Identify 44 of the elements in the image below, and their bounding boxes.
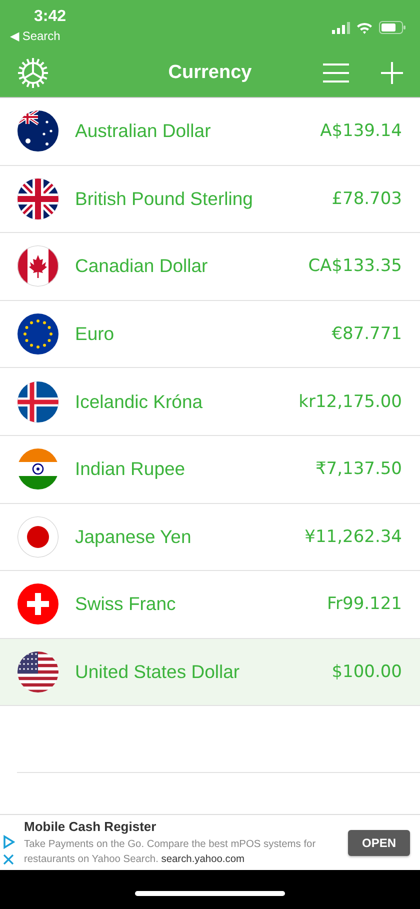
currency-amount: $100.00 bbox=[332, 662, 402, 682]
ad-link[interactable]: search.yahoo.com bbox=[161, 854, 244, 865]
status-time: 3:42 bbox=[34, 8, 66, 26]
signal-icon bbox=[332, 22, 350, 34]
currency-amount: £78.703 bbox=[332, 188, 402, 209]
currency-name: Indian Rupee bbox=[75, 458, 186, 480]
back-link[interactable]: ◀ Search bbox=[10, 29, 60, 43]
add-icon[interactable] bbox=[381, 62, 403, 84]
currency-row[interactable]: Indian Rupee ₹7,137.50 bbox=[0, 436, 420, 504]
currency-row[interactable]: Australian Dollar A$139.14 bbox=[0, 98, 420, 166]
currency-amount: kr12,175.00 bbox=[298, 392, 402, 412]
battery-icon bbox=[379, 21, 406, 34]
wifi-icon bbox=[356, 22, 373, 34]
currency-name: Australian Dollar bbox=[75, 120, 212, 142]
close-icon[interactable] bbox=[3, 854, 14, 864]
currency-row[interactable]: Icelandic Króna kr12,175.00 bbox=[0, 368, 420, 436]
currency-amount: ¥11,262.34 bbox=[304, 526, 402, 547]
currency-name: Euro bbox=[75, 323, 116, 346]
currency-amount: ₹7,137.50 bbox=[315, 459, 402, 480]
currency-name: Canadian Dollar bbox=[75, 255, 209, 278]
ad-title: Mobile Cash Register bbox=[24, 819, 156, 834]
currency-row[interactable]: Japanese Yen ¥11,262.34 bbox=[0, 504, 420, 572]
currency-row[interactable]: Euro €87.771 bbox=[0, 300, 420, 368]
currency-row[interactable]: British Pound Sterling £78.703 bbox=[0, 166, 420, 234]
currency-row[interactable]: United States Dollar $100.00 bbox=[0, 638, 420, 706]
currency-row[interactable]: Canadian Dollar CA$133.35 bbox=[0, 233, 420, 301]
menu-icon[interactable] bbox=[323, 62, 349, 82]
currency-amount: €87.771 bbox=[332, 324, 402, 344]
currency-name: Swiss Franc bbox=[75, 593, 177, 616]
currency-amount: A$139.14 bbox=[320, 121, 402, 142]
ad-description: Take Payments on the Go. Compare the best mPOS systems for restaurants on Yahoo Search. search.yahoo.com bbox=[24, 838, 317, 867]
currency-name: British Pound Sterling bbox=[75, 188, 254, 210]
currency-amount: CA$133.35 bbox=[308, 256, 402, 276]
ad-choices-icon[interactable] bbox=[3, 834, 15, 848]
currency-name: Icelandic Króna bbox=[75, 390, 204, 413]
flag-icon bbox=[17, 245, 59, 288]
currency-name: Japanese Yen bbox=[75, 526, 192, 548]
currency-name: United States Dollar bbox=[75, 661, 241, 684]
currency-amount: Fr99.121 bbox=[326, 594, 402, 614]
flag-icon bbox=[17, 516, 59, 558]
nav-title: Currency bbox=[168, 62, 252, 84]
open-button[interactable]: OPEN bbox=[348, 830, 410, 856]
settings-icon[interactable] bbox=[17, 56, 49, 88]
flag-icon bbox=[17, 448, 59, 490]
